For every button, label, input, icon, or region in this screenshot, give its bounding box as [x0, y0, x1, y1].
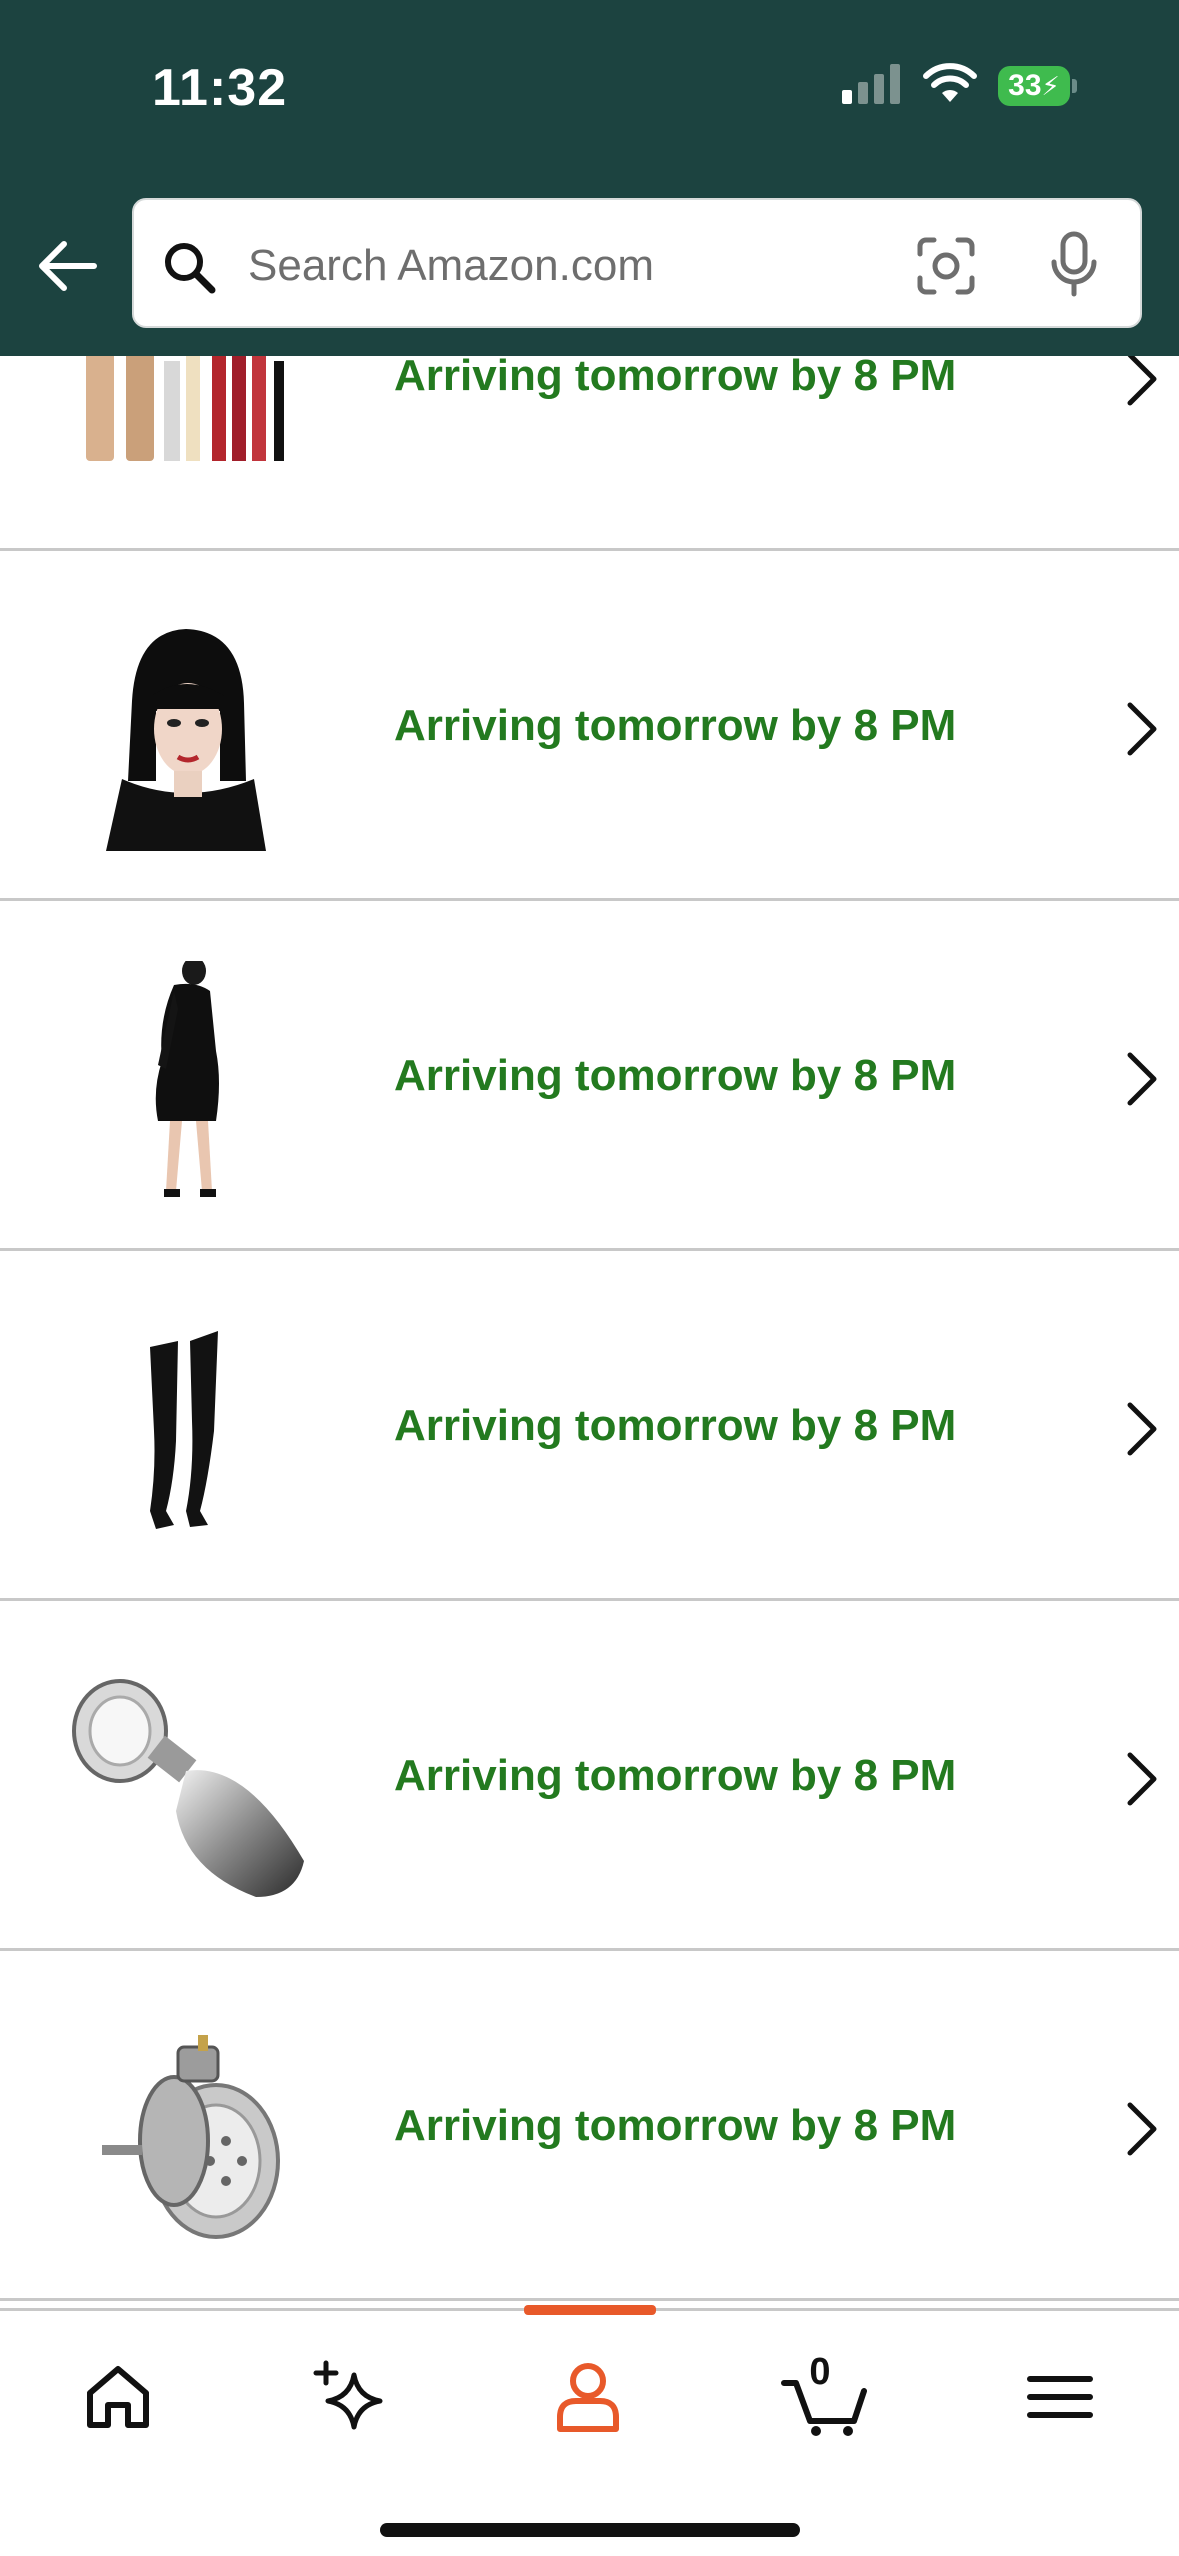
- order-row[interactable]: Arriving tomorrow by 8 PM: [0, 551, 1179, 901]
- order-row[interactable]: Arriving tomorrow by 8 PM: [0, 1251, 1179, 1601]
- search-input[interactable]: Search Amazon.com: [132, 198, 1142, 328]
- active-tab-indicator: [524, 2305, 656, 2315]
- cart-button[interactable]: 0: [780, 2351, 870, 2437]
- status-time: 11:32: [152, 59, 288, 117]
- bottom-tab-bar: 0: [0, 2305, 1179, 2556]
- cellular-signal-icon: [842, 64, 900, 104]
- wifi-icon: [923, 63, 977, 102]
- delivery-status: Arriving tomorrow by 8 PM: [394, 1751, 957, 1800]
- chevron-right-icon: [1127, 2102, 1157, 2156]
- order-row[interactable]: Arriving tomorrow by 8 PM: [0, 1951, 1179, 2301]
- chevron-right-icon: [1127, 1752, 1157, 1806]
- chevron-right-icon: [1127, 702, 1157, 756]
- chevron-right-icon: [1127, 1052, 1157, 1106]
- black-bob-wig-thumbnail: [66, 611, 306, 851]
- home-icon[interactable]: [78, 2357, 158, 2437]
- steel-jeweled-plug-thumbnail: [66, 1661, 306, 1901]
- battery-icon: 33 ⚡: [998, 66, 1077, 106]
- search-placeholder: Search Amazon.com: [248, 241, 654, 290]
- app-header: 11:32 33 ⚡ Search Amazon.com: [0, 0, 1179, 356]
- cart-icon: [781, 2380, 867, 2436]
- delivery-status: Arriving tomorrow by 8 PM: [394, 1051, 957, 1100]
- metal-chastity-device-thumbnail: [66, 2011, 306, 2251]
- order-row[interactable]: Arriving tomorrow by 8 PM: [0, 1601, 1179, 1951]
- battery-level: 33: [1008, 69, 1042, 102]
- back-arrow-icon[interactable]: [36, 240, 98, 292]
- camera-lens-icon[interactable]: [916, 236, 976, 296]
- menu-icon[interactable]: [1020, 2357, 1100, 2437]
- chevron-right-icon: [1127, 1402, 1157, 1456]
- sparkle-icon[interactable]: [310, 2357, 390, 2437]
- delivery-status: Arriving tomorrow by 8 PM: [394, 701, 957, 750]
- delivery-status: Arriving tomorrow by 8 PM: [394, 2101, 957, 2150]
- home-indicator-bar: [380, 2523, 800, 2537]
- microphone-icon[interactable]: [1046, 230, 1102, 300]
- chevron-right-icon: [1127, 352, 1157, 406]
- delivery-status: Arriving tomorrow by 8 PM: [394, 1401, 957, 1450]
- account-icon[interactable]: [548, 2357, 628, 2437]
- search-icon: [165, 243, 216, 294]
- order-row[interactable]: Arriving tomorrow by 8 PM: [0, 901, 1179, 1251]
- black-bodycon-dress-thumbnail: [66, 961, 306, 1201]
- black-thigh-high-stockings-thumbnail: [66, 1311, 306, 1551]
